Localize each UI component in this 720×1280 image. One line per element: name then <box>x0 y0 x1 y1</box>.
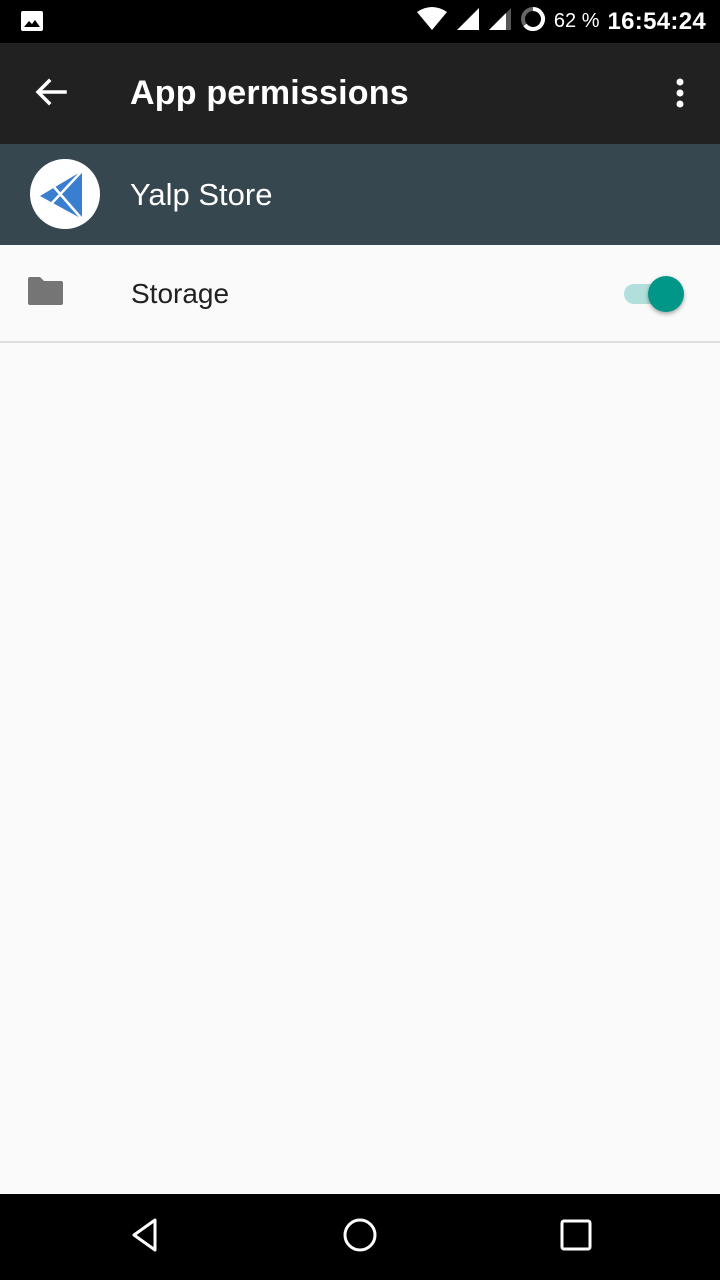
clock: 16:54:24 <box>607 7 706 35</box>
navigation-bar <box>0 1194 720 1280</box>
nav-back-button[interactable] <box>115 1212 175 1262</box>
nav-back-icon <box>130 1218 160 1257</box>
yalp-store-logo-icon <box>30 159 100 229</box>
folder-icon <box>26 276 64 306</box>
signal-full-icon <box>456 7 480 36</box>
app-bar: App permissions <box>0 43 720 144</box>
battery-ring-icon <box>520 6 546 37</box>
back-button[interactable] <box>26 69 76 119</box>
nav-home-button[interactable] <box>330 1212 390 1262</box>
more-options-button[interactable] <box>660 73 700 117</box>
storage-permission-toggle[interactable] <box>622 274 688 314</box>
status-bar: 62 % 16:54:24 <box>0 0 720 43</box>
permission-label: Storage <box>131 278 230 309</box>
more-vert-icon <box>675 78 685 113</box>
page-title: App permissions <box>130 74 409 112</box>
permission-row-storage[interactable]: Storage <box>0 245 720 343</box>
battery-percent: 62 % <box>553 10 600 32</box>
nav-recents-icon <box>560 1219 592 1256</box>
app-name: Yalp Store <box>130 177 273 212</box>
arrow-back-icon <box>35 78 67 111</box>
image-notification-icon <box>20 10 44 32</box>
nav-home-icon <box>342 1217 378 1258</box>
toggle-thumb <box>648 276 684 312</box>
signal-partial-icon <box>488 7 512 36</box>
app-header: Yalp Store <box>0 144 720 245</box>
wifi-icon <box>416 7 448 36</box>
nav-recents-button[interactable] <box>546 1212 606 1262</box>
